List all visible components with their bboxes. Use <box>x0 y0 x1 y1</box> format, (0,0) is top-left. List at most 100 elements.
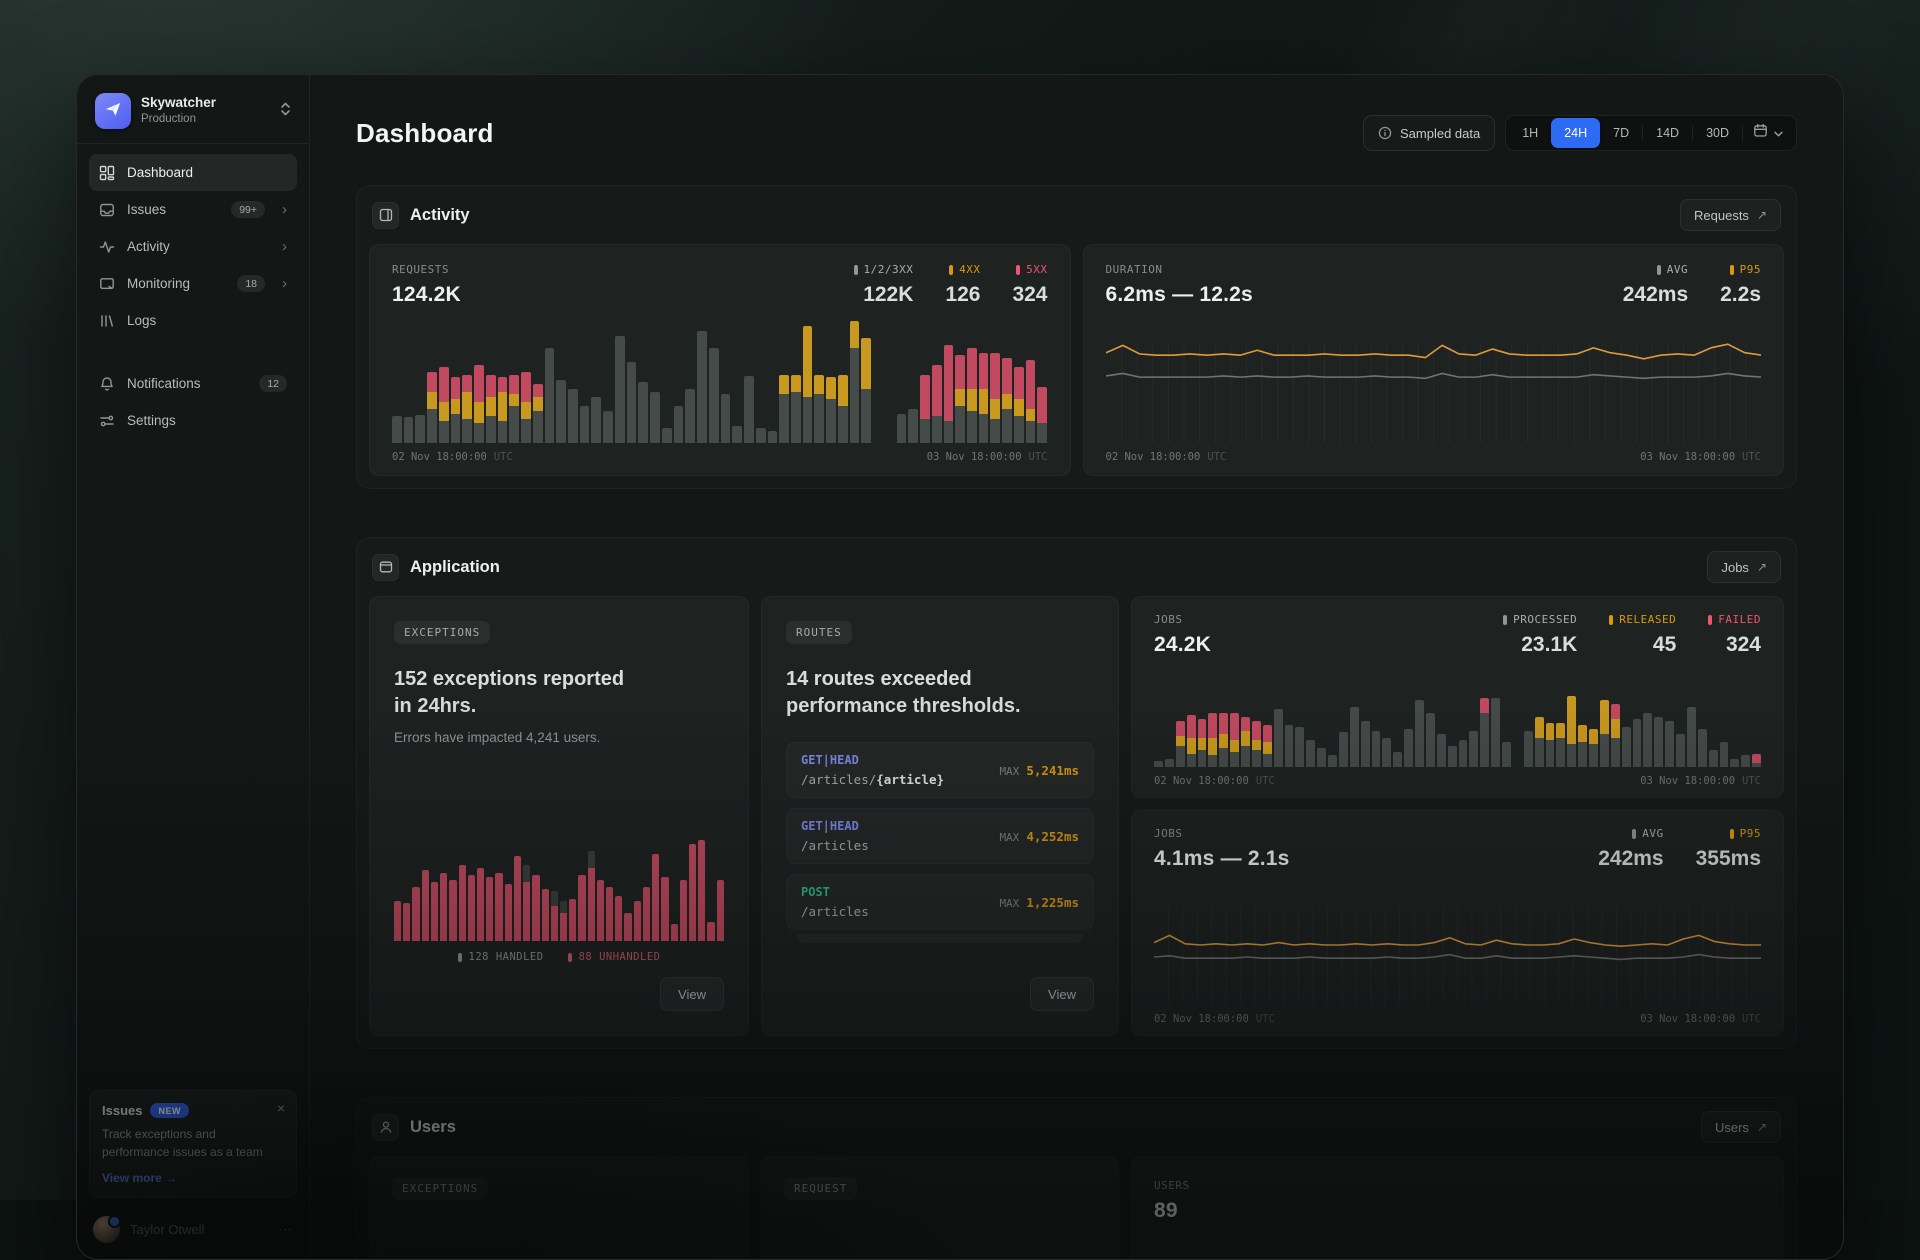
range-7d[interactable]: 7D <box>1600 118 1642 148</box>
request-pill: REQUEST <box>784 1177 857 1200</box>
users-link-button[interactable]: Users ↗ <box>1701 1111 1781 1143</box>
legend-value: 242ms <box>1598 847 1663 871</box>
range-1h[interactable]: 1H <box>1509 118 1551 148</box>
sidebar-item-dashboard[interactable]: Dashboard <box>89 154 297 191</box>
calendar-button[interactable] <box>1743 118 1793 148</box>
legend-dot-red <box>568 953 572 962</box>
stat-label: JOBS <box>1154 613 1211 626</box>
info-icon <box>1378 126 1392 140</box>
stat-label: REQUESTS <box>392 263 461 276</box>
workspace-name: Skywatcher <box>141 95 216 112</box>
external-arrow-icon: ↗ <box>1757 208 1767 222</box>
arrow-right-icon: → <box>165 1171 177 1185</box>
legend-handled: 128 HANDLED <box>469 951 544 963</box>
route-path: /articles/{article} <box>801 772 944 787</box>
route-path: /articles <box>801 904 869 919</box>
sampled-data-label: Sampled data <box>1400 126 1480 141</box>
calendar-icon <box>1753 123 1768 143</box>
range-30d[interactable]: 30D <box>1693 118 1742 148</box>
legend-name: FAILED <box>1718 613 1761 626</box>
ellipsis-icon[interactable]: ⋯ <box>278 1221 293 1238</box>
issues-promo-card: Issues NEW × Track exceptions and perfor… <box>89 1090 297 1198</box>
dashboard-icon <box>99 165 116 181</box>
chevron-right-icon: › <box>282 202 287 217</box>
range-24h[interactable]: 24H <box>1551 118 1600 148</box>
legend-value: 2.2s <box>1720 283 1761 307</box>
legend-dot-gray <box>1657 265 1661 275</box>
exceptions-pill: EXCEPTIONS <box>394 621 490 644</box>
view-exceptions-button[interactable]: View <box>660 977 724 1011</box>
sliders-icon <box>99 413 116 429</box>
legend-dot-amber <box>1730 829 1734 839</box>
inbox-icon <box>99 202 116 218</box>
workspace-logo <box>95 93 131 129</box>
legend-dot-red <box>1708 615 1712 625</box>
stat-label: USERS <box>1154 1179 1761 1192</box>
route-row[interactable]: POST /articles MAX1,225ms <box>786 874 1094 930</box>
view-routes-button[interactable]: View <box>1030 977 1094 1011</box>
legend-dot-amber <box>949 265 953 275</box>
stat-label: JOBS <box>1154 827 1290 840</box>
sidebar-item-label: Logs <box>127 313 156 328</box>
legend-unhandled: 88 UNHANDLED <box>579 951 661 963</box>
x-axis: 02 Nov 18:00:00UTC 03 Nov 18:00:00UTC <box>1106 451 1762 463</box>
legend-value: 122K <box>854 283 914 307</box>
section-title: Activity <box>410 206 470 225</box>
view-more-link[interactable]: View more → <box>102 1171 284 1185</box>
routes-card: ROUTES 14 routes exceeded performance th… <box>761 596 1119 1036</box>
route-path: /articles <box>801 838 869 853</box>
users-exceptions-card: EXCEPTIONS <box>369 1156 749 1260</box>
exceptions-subheading: Errors have impacted 4,241 users. <box>394 730 724 745</box>
route-max: MAX1,225ms <box>999 895 1079 910</box>
routes-pill: ROUTES <box>786 621 852 644</box>
application-section: Application Jobs ↗ EXCEPTIONS 152 except… <box>356 537 1797 1049</box>
users-section-icon <box>372 1114 399 1141</box>
legend-value: 23.1K <box>1503 633 1577 657</box>
route-row[interactable]: GET|HEAD /articles MAX4,252ms <box>786 808 1094 864</box>
page-title: Dashboard <box>356 118 494 149</box>
sampled-data-button[interactable]: Sampled data <box>1363 115 1495 151</box>
application-section-icon <box>372 554 399 581</box>
jobs-duration-card: JOBS 4.1ms — 2.1s AVG 242ms P95 <box>1131 810 1784 1036</box>
legend-name: 4XX <box>959 263 980 276</box>
sidebar-item-label: Monitoring <box>127 276 190 291</box>
main-content: Dashboard Sampled data 1H 24H 7D 14D 30D <box>310 75 1843 1259</box>
legend-value: 324 <box>1012 283 1047 307</box>
sidebar-item-notifications[interactable]: Notifications 12 <box>89 365 297 402</box>
sidebar-item-issues[interactable]: Issues 99+ › <box>89 191 297 228</box>
activity-section: Activity Requests ↗ REQUESTS 124.2K <box>356 185 1797 489</box>
monitoring-count-badge: 18 <box>237 275 265 292</box>
sidebar-item-label: Activity <box>127 239 170 254</box>
requests-link-button[interactable]: Requests ↗ <box>1680 199 1781 231</box>
close-icon[interactable]: × <box>277 1100 285 1116</box>
external-arrow-icon: ↗ <box>1757 1120 1767 1134</box>
page-header: Dashboard Sampled data 1H 24H 7D 14D 30D <box>356 115 1797 151</box>
sidebar-item-logs[interactable]: Logs <box>89 302 297 339</box>
x-axis: 02 Nov 18:00:00UTC 03 Nov 18:00:00UTC <box>1154 775 1761 787</box>
legend-dot-gray <box>1632 829 1636 839</box>
exceptions-bar-chart <box>394 823 724 941</box>
workspace-switcher[interactable]: Skywatcher Production <box>89 87 297 143</box>
exceptions-card: EXCEPTIONS 152 exceptions reported in 24… <box>369 596 749 1036</box>
duration-card: DURATION 6.2ms — 12.2s AVG 242ms P95 2.2… <box>1083 244 1785 476</box>
chevron-down-icon <box>1774 124 1783 142</box>
range-14d[interactable]: 14D <box>1643 118 1692 148</box>
legend-dot-gray <box>854 265 858 275</box>
sidebar-divider <box>77 143 309 144</box>
jobs-link-button[interactable]: Jobs ↗ <box>1707 551 1781 583</box>
users-count-card: USERS 89 <box>1131 1156 1784 1260</box>
user-menu[interactable]: Taylor Otwell ⋯ <box>89 1212 297 1243</box>
sidebar-item-monitoring[interactable]: Monitoring 18 › <box>89 265 297 302</box>
route-row[interactable]: GET|HEAD /articles/{article} MAX5,241ms <box>786 742 1094 798</box>
legend-value: 242ms <box>1623 283 1688 307</box>
routes-heading: 14 routes exceeded performance threshold… <box>786 666 1036 720</box>
sidebar-item-settings[interactable]: Settings <box>89 402 297 439</box>
legend-dot-gray <box>1503 615 1507 625</box>
legend-dot-gray <box>458 953 462 962</box>
avatar <box>93 1216 120 1243</box>
users-section: Users Users ↗ EXCEPTIONS REQUEST USERS 8… <box>356 1097 1797 1260</box>
sidebar-item-activity[interactable]: Activity › <box>89 228 297 265</box>
jobs-card: JOBS 24.2K PROCESSED 23.1K RELEASED <box>1131 596 1784 798</box>
stat-value: 4.1ms — 2.1s <box>1154 847 1290 871</box>
sidebar-item-label: Settings <box>127 413 176 428</box>
